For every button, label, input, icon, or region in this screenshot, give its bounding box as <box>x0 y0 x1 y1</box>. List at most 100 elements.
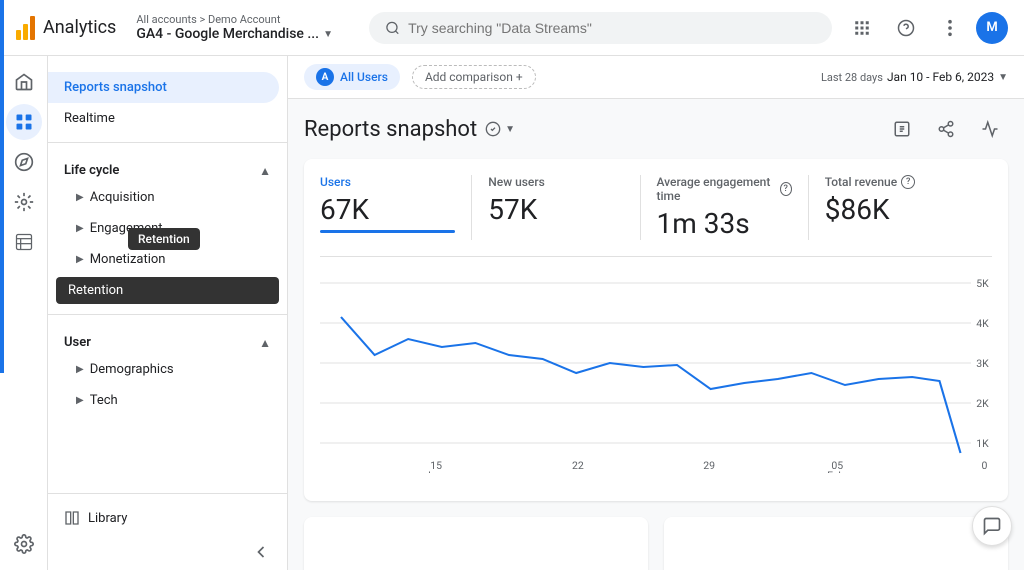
account-chevron-icon: ▼ <box>323 29 333 40</box>
share-button[interactable] <box>928 111 964 147</box>
edit-report-button[interactable] <box>884 111 920 147</box>
sidebar-item-label: Acquisition <box>90 190 155 205</box>
engagement-info-icon[interactable]: ? <box>780 182 792 196</box>
date-range-selector[interactable]: Last 28 days Jan 10 - Feb 6, 2023 ▼ <box>821 70 1008 84</box>
sidebar-item-tech[interactable]: ▶ Tech <box>48 385 279 416</box>
triangle-icon: ▶ <box>76 192 84 203</box>
insights-button[interactable] <box>972 111 1008 147</box>
add-comparison-label: Add comparison + <box>425 70 523 84</box>
svg-text:Jan: Jan <box>425 469 442 473</box>
metric-users-underline <box>320 230 455 233</box>
sidebar-header <box>48 56 287 72</box>
date-chevron-icon: ▼ <box>998 72 1008 83</box>
user-chip-icon: A <box>316 68 334 86</box>
sidebar-collapse-button[interactable] <box>48 534 287 570</box>
breadcrumb[interactable]: All accounts > Demo Account <box>136 13 333 26</box>
logo-bar-1 <box>16 30 21 40</box>
reports-title-controls[interactable]: ▼ <box>485 121 515 137</box>
library-label: Library <box>88 511 127 526</box>
help-button[interactable] <box>888 10 924 46</box>
user-chip[interactable]: A All Users <box>304 64 400 90</box>
left-sidebar: Reports snapshot Realtime Life cycle ▲ ▶… <box>48 56 288 570</box>
lifecycle-chevron-icon: ▲ <box>259 164 271 178</box>
svg-text:5K: 5K <box>976 277 989 290</box>
grid-icon <box>853 19 871 37</box>
retention-tooltip: Retention <box>128 228 200 250</box>
topbar-actions: M <box>844 10 1008 46</box>
svg-text:Feb: Feb <box>827 469 844 473</box>
svg-text:2K: 2K <box>976 397 989 410</box>
lifecycle-label: Life cycle <box>64 163 119 178</box>
library-icon <box>64 510 80 526</box>
chart-container: 5K 4K 3K 2K 1K 0 15 Jan 22 29 05 Feb <box>320 265 992 485</box>
chevron-left-icon <box>251 542 271 562</box>
floating-chat-button[interactable] <box>972 506 1012 546</box>
sidebar-item-label: Realtime <box>64 111 115 126</box>
more-options-button[interactable] <box>932 10 968 46</box>
metric-engagement-label: Average engagement time ? <box>657 175 792 203</box>
bottom-cards <box>288 517 1024 570</box>
search-input[interactable] <box>408 20 816 36</box>
app-title: Analytics <box>43 17 116 38</box>
reports-title-text: Reports snapshot <box>304 117 477 142</box>
main-content: A All Users Add comparison + Last 28 day… <box>288 56 1024 570</box>
sidebar-item-label: Monetization <box>90 252 166 267</box>
line-chart: 5K 4K 3K 2K 1K 0 15 Jan 22 29 05 Feb <box>320 273 992 473</box>
avatar[interactable]: M <box>976 12 1008 44</box>
triangle-icon: ▶ <box>76 395 84 406</box>
user-section[interactable]: User ▲ <box>48 323 287 354</box>
sidebar-item-label: Retention <box>68 283 123 298</box>
nav-reports-icon[interactable] <box>6 104 42 140</box>
nav-configure-icon[interactable] <box>6 224 42 260</box>
user-label: User <box>64 335 91 350</box>
metric-revenue: Total revenue ? $86K <box>825 175 976 240</box>
svg-text:3K: 3K <box>976 357 989 370</box>
user-chip-label: All Users <box>340 70 388 84</box>
metrics-row: Users 67K New users 57K Average engageme… <box>320 175 992 257</box>
content-header: A All Users Add comparison + Last 28 day… <box>288 56 1024 99</box>
metric-new-users-label: New users <box>488 175 623 189</box>
svg-text:1K: 1K <box>976 437 989 450</box>
search-icon <box>385 20 400 36</box>
sidebar-item-reports-snapshot[interactable]: Reports snapshot <box>48 72 279 103</box>
date-range-value: Jan 10 - Feb 6, 2023 <box>887 70 994 84</box>
share-icon <box>937 120 955 138</box>
main-layout: Reports snapshot Realtime Life cycle ▲ ▶… <box>0 56 1024 570</box>
search-bar[interactable] <box>369 12 832 44</box>
nav-home-icon[interactable] <box>6 64 42 100</box>
sidebar-item-realtime[interactable]: Realtime <box>48 103 279 134</box>
svg-text:4K: 4K <box>976 317 989 330</box>
sidebar-item-label: Tech <box>90 393 118 408</box>
chat-icon <box>982 516 1002 536</box>
triangle-icon: ▶ <box>76 254 84 265</box>
triangle-icon: ▶ <box>76 364 84 375</box>
logo-bar-3 <box>30 16 35 40</box>
apps-grid-button[interactable] <box>844 10 880 46</box>
sidebar-item-retention[interactable]: Retention <box>56 277 279 304</box>
help-icon <box>897 19 915 37</box>
edit-icon <box>893 120 911 138</box>
user-chevron-icon: ▲ <box>259 336 271 350</box>
nav-explore-icon[interactable] <box>6 144 42 180</box>
add-comparison-button[interactable]: Add comparison + <box>412 65 536 89</box>
triangle-icon: ▶ <box>76 223 84 234</box>
logo-bar-2 <box>23 24 28 40</box>
account-selector[interactable]: GA4 - Google Merchandise ... ▼ <box>136 26 333 42</box>
sidebar-divider-2 <box>48 314 287 315</box>
sidebar-item-demographics[interactable]: ▶ Demographics <box>48 354 279 385</box>
breadcrumb-area: All accounts > Demo Account GA4 - Google… <box>136 13 333 42</box>
reports-title: Reports snapshot ▼ <box>304 117 515 142</box>
sidebar-item-acquisition[interactable]: ▶ Acquisition <box>48 182 279 213</box>
metric-revenue-value: $86K <box>825 193 960 226</box>
sidebar-library[interactable]: Library <box>48 502 287 534</box>
metric-users: Users 67K <box>320 175 472 240</box>
more-vert-icon <box>948 19 952 37</box>
nav-advertising-icon[interactable] <box>6 184 42 220</box>
dropdown-arrow-icon: ▼ <box>505 124 515 135</box>
metric-revenue-label: Total revenue ? <box>825 175 960 189</box>
metric-users-value: 67K <box>320 193 455 226</box>
metric-users-label: Users <box>320 175 455 189</box>
revenue-info-icon[interactable]: ? <box>901 175 915 189</box>
lifecycle-section[interactable]: Life cycle ▲ <box>48 151 287 182</box>
nav-settings-icon[interactable] <box>6 526 42 562</box>
